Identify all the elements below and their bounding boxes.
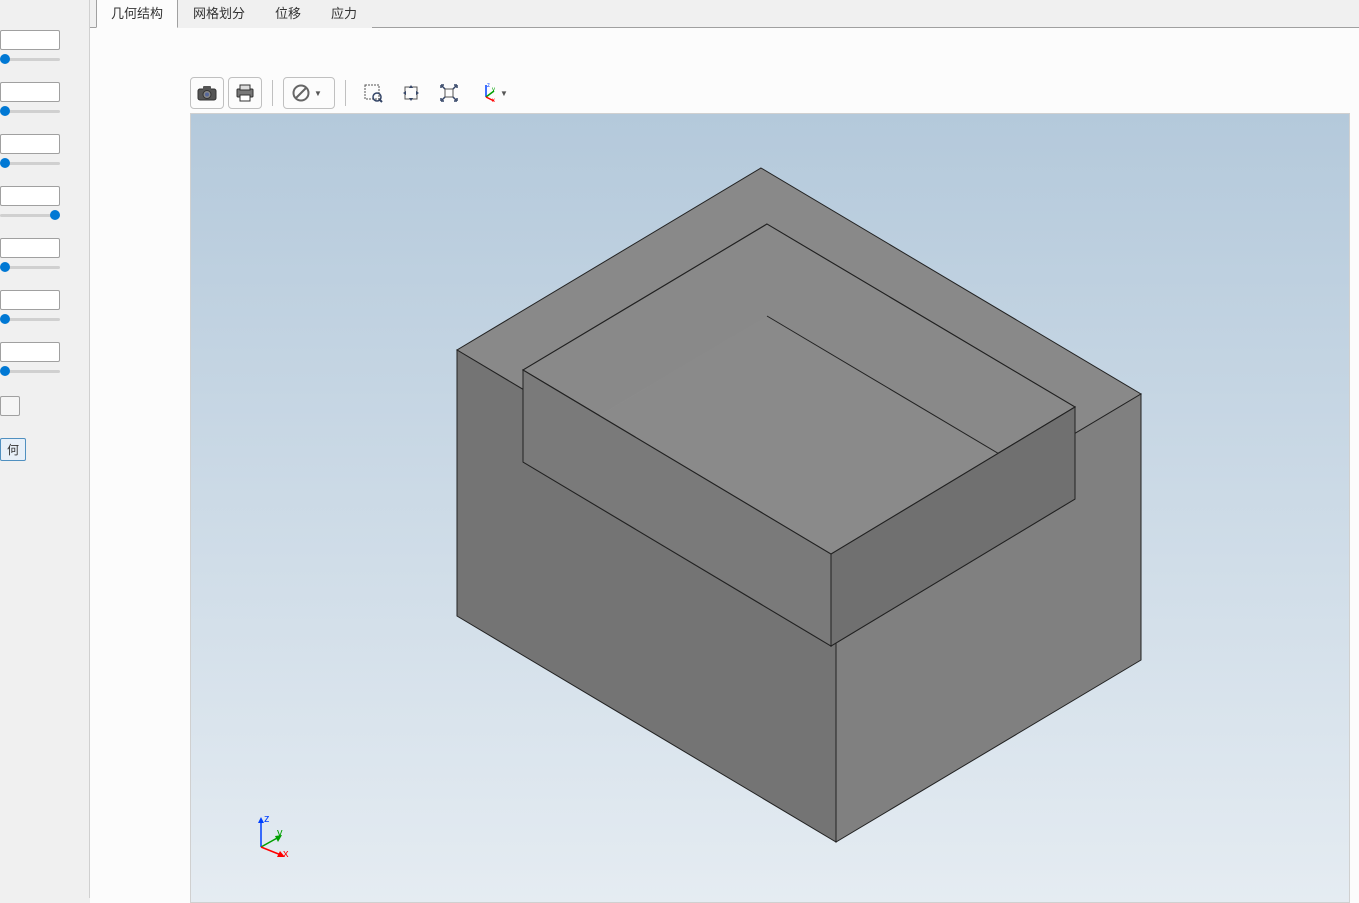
param-slider-4[interactable] — [0, 214, 60, 218]
input-group-7 — [0, 342, 85, 374]
param-input-4[interactable] — [0, 186, 60, 206]
axis-z-label: z — [264, 813, 270, 825]
svg-text:z: z — [487, 83, 490, 89]
input-group-3 — [0, 134, 85, 166]
geometry-model — [451, 164, 1171, 844]
camera-icon — [197, 85, 217, 101]
snapshot-button[interactable] — [190, 77, 224, 109]
tab-stress[interactable]: 应力 — [316, 0, 372, 28]
no-entry-icon — [292, 84, 310, 102]
param-input-1[interactable] — [0, 30, 60, 50]
zoom-select-icon — [363, 83, 383, 103]
input-group-2 — [0, 82, 85, 114]
fit-view-button[interactable] — [432, 77, 466, 109]
input-group-4 — [0, 186, 85, 218]
print-icon — [235, 84, 255, 102]
left-sidebar: 何 — [0, 0, 90, 898]
input-group-1 — [0, 30, 85, 62]
view-orientation-dropdown[interactable]: z y x ▼ — [470, 77, 518, 109]
caret-down-icon: ▼ — [310, 89, 326, 98]
axis-orientation-icon: z y x — [476, 83, 496, 103]
param-input-7[interactable] — [0, 342, 60, 362]
svg-text:x: x — [492, 98, 495, 103]
input-group-5 — [0, 238, 85, 270]
pan-icon — [401, 83, 421, 103]
param-input-2[interactable] — [0, 82, 60, 102]
param-slider-2[interactable] — [0, 110, 60, 114]
svg-text:y: y — [492, 87, 495, 93]
axis-indicator: z y x — [249, 815, 293, 862]
fit-view-icon — [439, 83, 459, 103]
tab-displacement[interactable]: 位移 — [260, 0, 316, 28]
content-area: ▼ — [90, 28, 1359, 903]
param-input-5[interactable] — [0, 238, 60, 258]
main-area: 几何结构 网格划分 位移 应力 — [90, 0, 1359, 898]
small-action-button[interactable] — [0, 396, 20, 416]
pan-button[interactable] — [394, 77, 428, 109]
toolbar-separator-2 — [345, 80, 346, 106]
print-button[interactable] — [228, 77, 262, 109]
tab-geometry[interactable]: 几何结构 — [96, 0, 178, 28]
param-input-3[interactable] — [0, 134, 60, 154]
toolbar-separator-1 — [272, 80, 273, 106]
tab-mesh[interactable]: 网格划分 — [178, 0, 260, 28]
axis-x-label: x — [283, 848, 289, 860]
axis-y-label: y — [277, 827, 283, 839]
param-slider-7[interactable] — [0, 370, 60, 374]
param-slider-5[interactable] — [0, 266, 60, 270]
geometry-button[interactable]: 何 — [0, 438, 26, 461]
tab-bar: 几何结构 网格划分 位移 应力 — [90, 0, 1359, 28]
param-slider-1[interactable] — [0, 58, 60, 62]
param-input-6[interactable] — [0, 290, 60, 310]
button-group — [0, 396, 85, 418]
zoom-select-button[interactable] — [356, 77, 390, 109]
geometry-button-wrap: 何 — [0, 438, 85, 461]
hide-show-dropdown[interactable]: ▼ — [283, 77, 335, 109]
viewport-3d[interactable]: z y x — [190, 113, 1350, 903]
param-slider-6[interactable] — [0, 318, 60, 322]
input-group-6 — [0, 290, 85, 322]
viewport-toolbar: ▼ — [190, 73, 1359, 113]
param-slider-3[interactable] — [0, 162, 60, 166]
caret-down-icon: ▼ — [496, 89, 512, 98]
